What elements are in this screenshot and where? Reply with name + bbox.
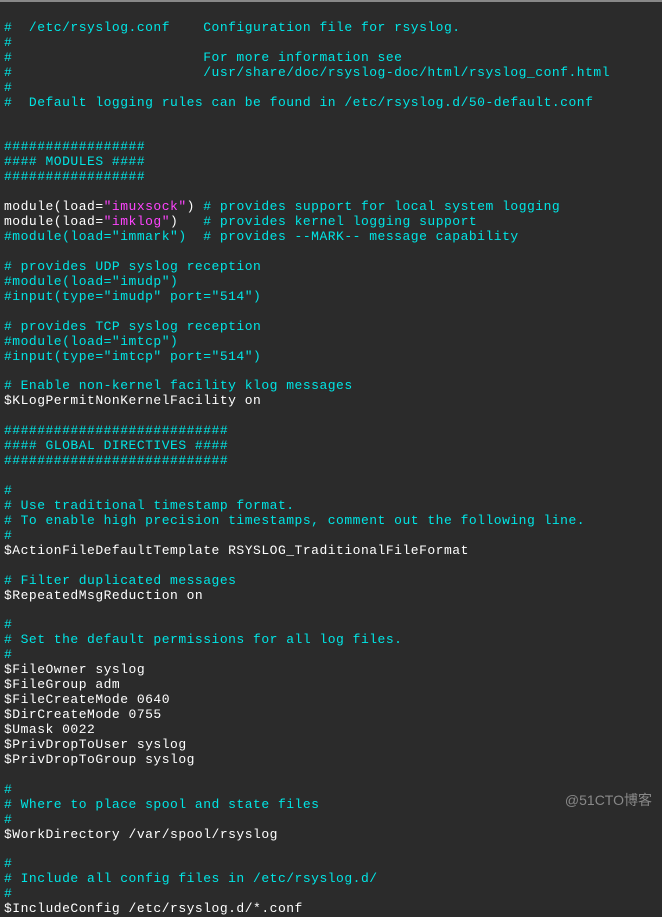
directive-line: $ActionFileDefaultTemplate RSYSLOG_Tradi… bbox=[4, 543, 469, 558]
comment-line: #input(type="imtcp" port="514") bbox=[4, 349, 261, 364]
directive-text: ) bbox=[187, 199, 204, 214]
directive-line: $RepeatedMsgReduction on bbox=[4, 588, 203, 603]
directive-line: $PrivDropToGroup syslog bbox=[4, 752, 195, 767]
comment-line: # bbox=[4, 647, 12, 662]
comment-line: # /usr/share/doc/rsyslog-doc/html/rsyslo… bbox=[4, 65, 610, 80]
banner-line: #### GLOBAL DIRECTIVES #### bbox=[4, 438, 228, 453]
comment-line: # bbox=[4, 35, 12, 50]
code-editor[interactable]: # /etc/rsyslog.conf Configuration file f… bbox=[4, 6, 658, 917]
directive-text: ) bbox=[170, 214, 203, 229]
comment-line: # bbox=[4, 617, 12, 632]
comment-line: # Use traditional timestamp format. bbox=[4, 498, 295, 513]
directive-line: $PrivDropToUser syslog bbox=[4, 737, 187, 752]
comment-line: # Filter duplicated messages bbox=[4, 573, 236, 588]
comment-inline: # provides support for local system logg… bbox=[203, 199, 560, 214]
directive-text: module(load= bbox=[4, 199, 104, 214]
directive-line: $DirCreateMode 0755 bbox=[4, 707, 162, 722]
comment-line: # bbox=[4, 812, 12, 827]
comment-line: # bbox=[4, 528, 12, 543]
string-literal: "imuxsock" bbox=[104, 199, 187, 214]
comment-line: # provides UDP syslog reception bbox=[4, 259, 261, 274]
comment-line: # bbox=[4, 856, 12, 871]
comment-line: # provides TCP syslog reception bbox=[4, 319, 261, 334]
comment-line: #module(load="imudp") bbox=[4, 274, 178, 289]
directive-line: $KLogPermitNonKernelFacility on bbox=[4, 393, 261, 408]
comment-line: # For more information see bbox=[4, 50, 402, 65]
banner-line: #### MODULES #### bbox=[4, 154, 145, 169]
directive-line: $Umask 0022 bbox=[4, 722, 95, 737]
banner-line: ################# bbox=[4, 139, 145, 154]
directive-line: $FileCreateMode 0640 bbox=[4, 692, 170, 707]
comment-line: #module(load="immark") # provides --MARK… bbox=[4, 229, 519, 244]
comment-line: # bbox=[4, 80, 12, 95]
comment-line: #input(type="imudp" port="514") bbox=[4, 289, 261, 304]
comment-line: # bbox=[4, 483, 12, 498]
comment-line: # bbox=[4, 886, 12, 901]
string-literal: "imklog" bbox=[104, 214, 170, 229]
comment-line: # Enable non-kernel facility klog messag… bbox=[4, 378, 353, 393]
directive-line: $FileOwner syslog bbox=[4, 662, 145, 677]
comment-line: # Where to place spool and state files bbox=[4, 797, 319, 812]
directive-text: module(load= bbox=[4, 214, 104, 229]
comment-line: # /etc/rsyslog.conf Configuration file f… bbox=[4, 20, 461, 35]
banner-line: ########################### bbox=[4, 453, 228, 468]
comment-line: #module(load="imtcp") bbox=[4, 334, 178, 349]
comment-line: # Default logging rules can be found in … bbox=[4, 95, 593, 110]
directive-line: $FileGroup adm bbox=[4, 677, 120, 692]
directive-line: $WorkDirectory /var/spool/rsyslog bbox=[4, 827, 278, 842]
comment-inline: # provides kernel logging support bbox=[203, 214, 477, 229]
banner-line: ################# bbox=[4, 169, 145, 184]
directive-line: $IncludeConfig /etc/rsyslog.d/*.conf bbox=[4, 901, 303, 916]
watermark-text: @51CTO博客 bbox=[565, 792, 652, 808]
comment-line: # Include all config files in /etc/rsysl… bbox=[4, 871, 378, 886]
comment-line: # To enable high precision timestamps, c… bbox=[4, 513, 585, 528]
comment-line: # bbox=[4, 782, 12, 797]
comment-line: # Set the default permissions for all lo… bbox=[4, 632, 402, 647]
banner-line: ########################### bbox=[4, 423, 228, 438]
